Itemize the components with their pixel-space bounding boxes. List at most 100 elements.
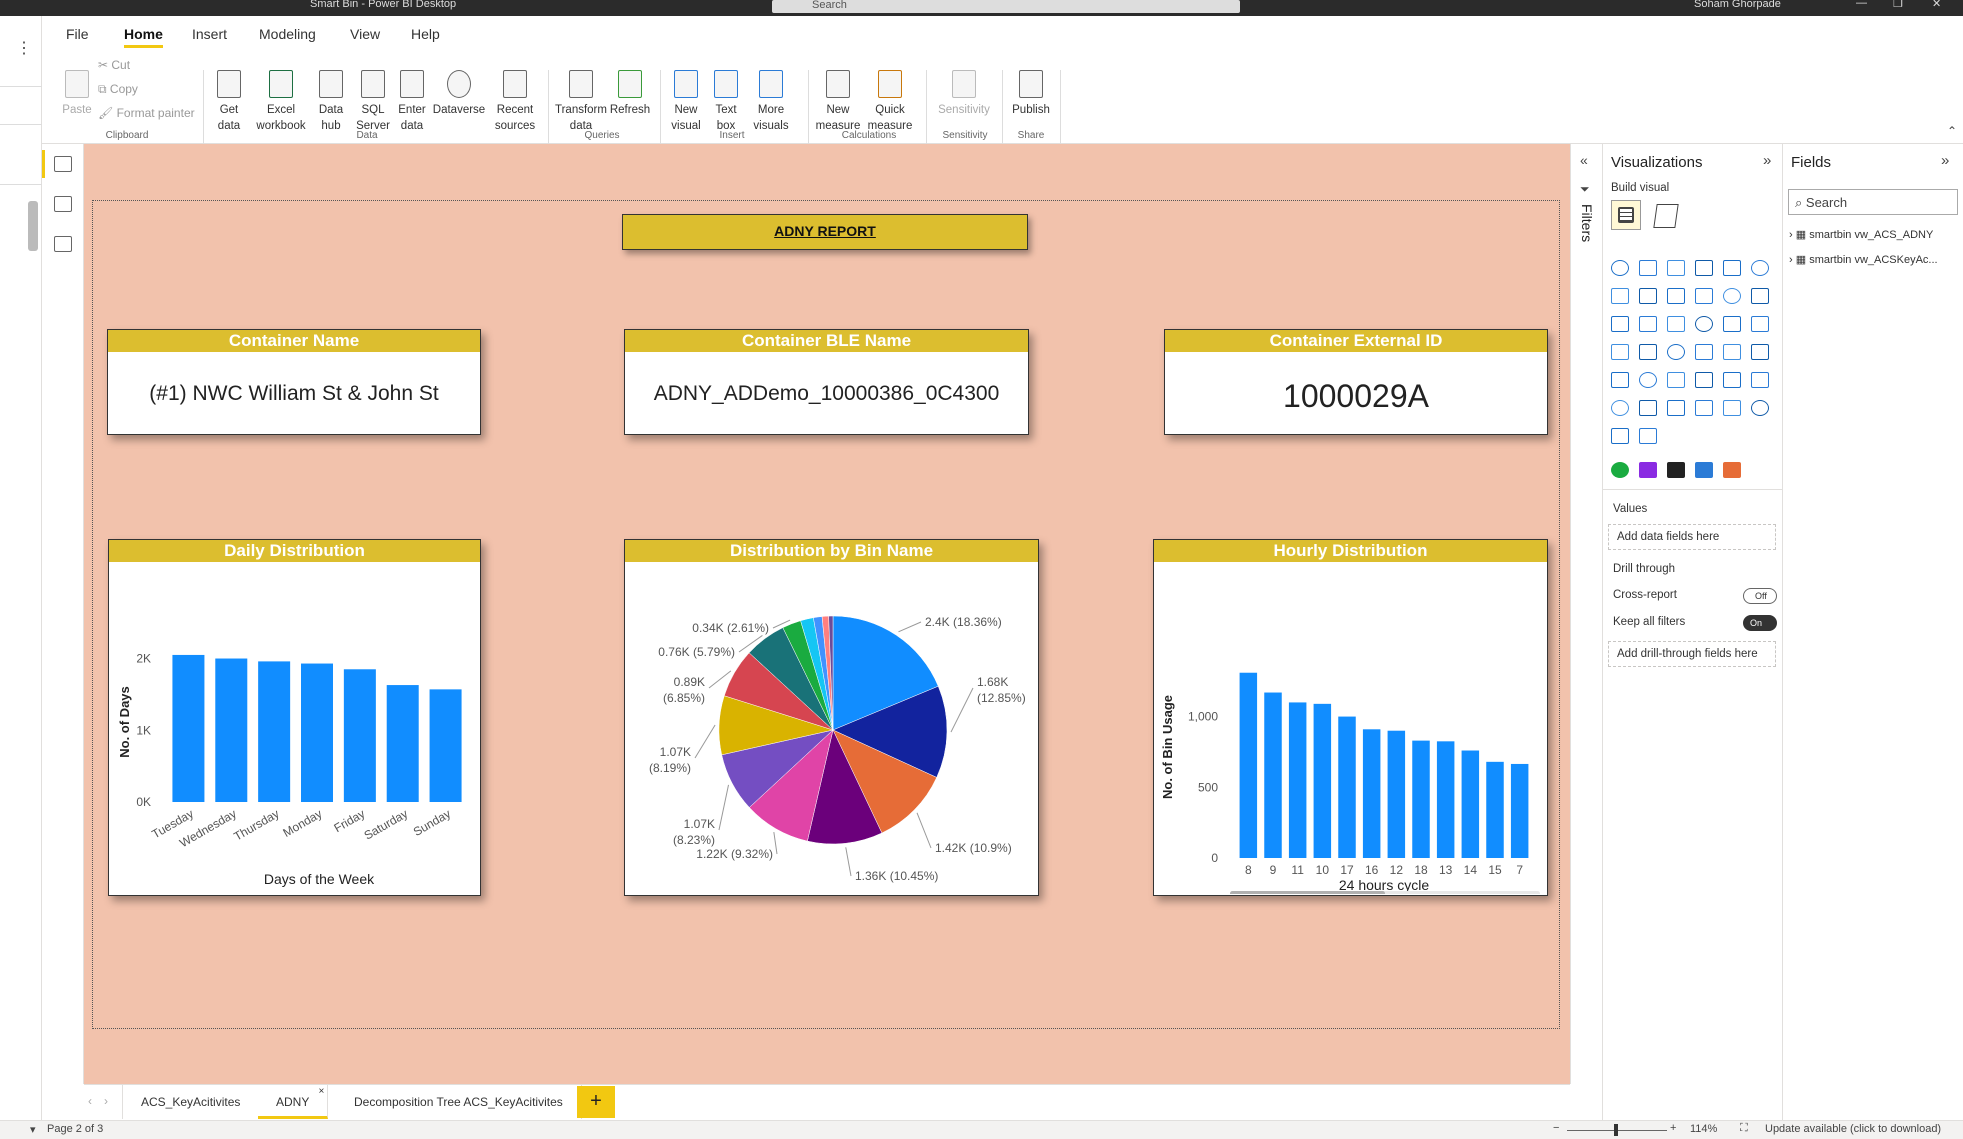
visual-type-icon[interactable] <box>1695 400 1713 416</box>
tab-modeling[interactable]: Modeling <box>259 26 316 42</box>
visual-type-icon[interactable] <box>1695 316 1713 332</box>
visual-type-icon[interactable] <box>1695 344 1713 360</box>
cut-button[interactable]: ✂ Cut <box>98 58 130 72</box>
transform-data-button[interactable]: Transform data <box>554 70 608 134</box>
field-table-item[interactable]: › ▦ smartbin vw_ACS_ADNY <box>1789 228 1933 241</box>
custom-visual-icon[interactable] <box>1723 462 1741 478</box>
visual-type-icon[interactable] <box>1751 288 1769 304</box>
visual-type-icon[interactable] <box>1723 372 1741 388</box>
user-name[interactable]: Soham Ghorpade <box>1694 0 1781 10</box>
custom-visual-icon[interactable] <box>1611 462 1629 478</box>
report-view-icon[interactable] <box>54 156 72 172</box>
chart-daily-distribution[interactable]: Daily Distribution 0K 1K 2K Tuesday Wednesda… <box>108 539 481 896</box>
excel-workbook-button[interactable]: Excel workbook <box>252 70 310 134</box>
new-measure-button[interactable]: New measure <box>814 70 862 134</box>
fields-search-input[interactable]: ⌕ Search <box>1788 189 1958 215</box>
tab-home[interactable]: Home <box>124 26 163 48</box>
recent-sources-button[interactable]: Recent sources <box>488 70 542 134</box>
refresh-button[interactable]: Refresh <box>608 70 652 118</box>
get-data-button[interactable]: Get data <box>208 70 250 134</box>
scroll-down-icon[interactable]: ▾ <box>30 1123 36 1136</box>
visual-type-icon[interactable] <box>1639 344 1657 360</box>
paste-button[interactable]: Paste <box>52 70 102 118</box>
custom-visual-icon[interactable] <box>1639 462 1657 478</box>
visual-type-icon[interactable] <box>1751 372 1769 388</box>
card-container-external-id[interactable]: Container External ID 1000029A <box>1164 329 1548 435</box>
close-tab-icon[interactable]: × <box>319 1075 325 1109</box>
filters-pane-collapsed[interactable]: « ⏷ Filters <box>1570 144 1602 1084</box>
visual-type-icon[interactable] <box>1611 400 1629 416</box>
collapse-fields-icon[interactable]: » <box>1941 152 1949 169</box>
zoom-in-icon[interactable]: + <box>1670 1122 1676 1134</box>
visual-type-icon[interactable] <box>1639 372 1657 388</box>
visual-type-icon[interactable] <box>1667 400 1685 416</box>
copy-button[interactable]: ⧉ Copy <box>98 82 138 97</box>
fit-page-icon[interactable]: ⛶ <box>1740 1122 1748 1135</box>
more-options-icon[interactable]: ⋮ <box>16 38 32 58</box>
add-page-button[interactable]: + <box>577 1086 615 1118</box>
tab-view[interactable]: View <box>350 26 380 42</box>
visual-type-icon[interactable] <box>1639 428 1657 444</box>
visual-type-icon[interactable] <box>1695 372 1713 388</box>
keep-all-filters-toggle[interactable]: On <box>1743 615 1777 631</box>
tab-insert[interactable]: Insert <box>192 26 227 42</box>
new-visual-button[interactable]: New visual <box>666 70 706 134</box>
sql-server-button[interactable]: SQL Server <box>352 70 394 134</box>
visual-type-icon[interactable] <box>1723 288 1741 304</box>
visual-type-icon[interactable] <box>1611 428 1629 444</box>
prev-page-icon[interactable]: ‹ <box>88 1094 92 1108</box>
visual-type-icon[interactable] <box>1667 372 1685 388</box>
update-available-link[interactable]: Update available (click to download) <box>1765 1123 1941 1135</box>
title-search-box[interactable]: Search <box>772 0 1240 13</box>
page-tab[interactable]: Decomposition Tree ACS_KeyAcitivites <box>336 1085 582 1119</box>
visual-type-icon[interactable] <box>1611 316 1629 332</box>
chart-distribution-by-bin[interactable]: Distribution by Bin Name 2.4K (18.36%) 1.… <box>624 539 1039 896</box>
zoom-out-icon[interactable]: − <box>1553 1122 1559 1134</box>
chart-hourly-distribution[interactable]: Hourly Distribution 0 500 1,000 8 9 11 10 17 16 1… <box>1153 539 1548 896</box>
visual-type-icon[interactable] <box>1611 260 1629 276</box>
visual-type-icon[interactable] <box>1667 260 1685 276</box>
collapse-ribbon-icon[interactable]: ⌃ <box>1947 124 1957 138</box>
visual-type-icon[interactable] <box>1639 400 1657 416</box>
close-icon[interactable]: ✕ <box>1932 0 1941 10</box>
collapse-viz-icon[interactable]: » <box>1763 152 1771 169</box>
custom-visual-icon[interactable] <box>1667 462 1685 478</box>
visual-type-icon[interactable] <box>1667 344 1685 360</box>
cross-report-toggle[interactable]: Off <box>1743 588 1777 604</box>
build-visual-tab[interactable] <box>1611 200 1641 230</box>
visual-type-icon[interactable] <box>1667 316 1685 332</box>
quick-measure-button[interactable]: Quick measure <box>864 70 916 134</box>
format-visual-icon[interactable] <box>1653 204 1679 228</box>
sensitivity-button[interactable]: Sensitivity <box>932 70 996 118</box>
minimize-icon[interactable]: — <box>1856 0 1867 9</box>
visual-type-icon[interactable] <box>1611 344 1629 360</box>
text-box-button[interactable]: Text box <box>706 70 746 134</box>
visual-type-icon[interactable] <box>1751 260 1769 276</box>
format-painter-button[interactable]: 🖌 Format painter <box>98 106 195 120</box>
expand-filters-icon[interactable]: « <box>1580 152 1588 168</box>
field-table-item[interactable]: › ▦ smartbin vw_ACSKeyAc... <box>1789 253 1938 266</box>
model-view-icon[interactable] <box>54 236 72 252</box>
visual-type-icon[interactable] <box>1723 344 1741 360</box>
visual-type-icon[interactable] <box>1695 288 1713 304</box>
card-container-name[interactable]: Container Name (#1) NWC William St & Joh… <box>107 329 481 435</box>
visual-type-icon[interactable] <box>1723 260 1741 276</box>
visual-type-icon[interactable] <box>1639 260 1657 276</box>
visual-type-icon[interactable] <box>1667 288 1685 304</box>
dataverse-button[interactable]: Dataverse <box>430 70 488 118</box>
data-view-icon[interactable] <box>54 196 72 212</box>
visual-type-icon[interactable] <box>1723 400 1741 416</box>
next-page-icon[interactable]: › <box>104 1094 108 1108</box>
add-drill-through-well[interactable]: Add drill-through fields here <box>1608 641 1776 667</box>
visual-type-icon[interactable] <box>1611 372 1629 388</box>
visual-type-icon[interactable] <box>1695 260 1713 276</box>
card-container-ble-name[interactable]: Container BLE Name ADNY_ADDemo_10000386_… <box>624 329 1029 435</box>
visual-type-icon[interactable] <box>1751 316 1769 332</box>
zoom-slider-thumb[interactable] <box>1614 1124 1618 1136</box>
visual-type-icon[interactable] <box>1723 316 1741 332</box>
more-visuals-button[interactable]: More visuals <box>746 70 796 134</box>
tab-help[interactable]: Help <box>411 26 440 42</box>
page-tab-active[interactable]: ADNY × <box>258 1085 329 1119</box>
visual-type-icon[interactable] <box>1751 344 1769 360</box>
enter-data-button[interactable]: Enter data <box>394 70 430 134</box>
